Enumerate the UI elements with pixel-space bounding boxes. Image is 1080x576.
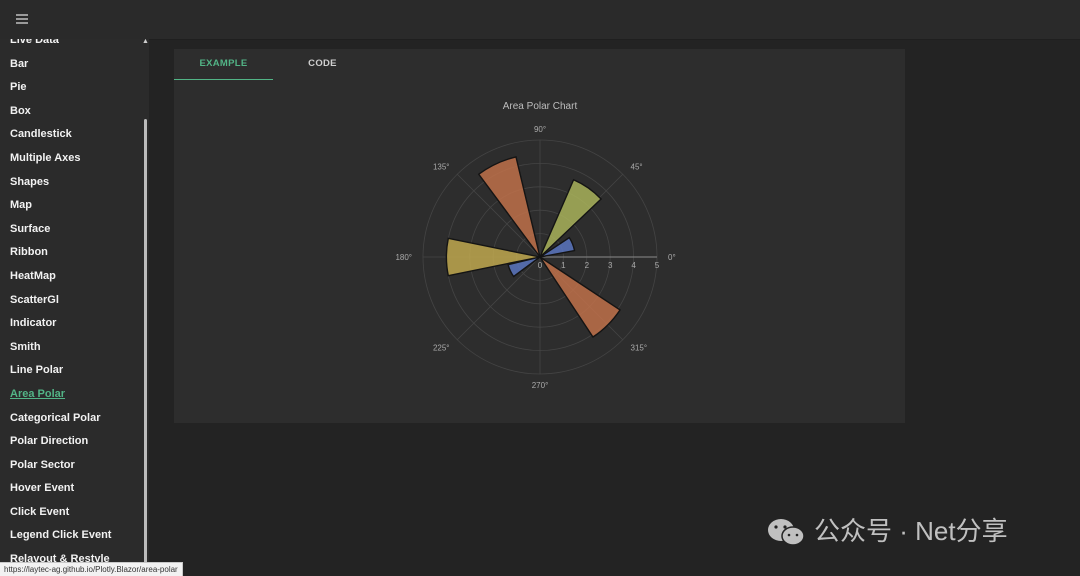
sidebar-item-heatmap[interactable]: HeatMap xyxy=(0,265,140,289)
tab-code[interactable]: CODE xyxy=(273,49,372,79)
polar-wedge[interactable] xyxy=(445,237,541,277)
sidebar-item-smith[interactable]: Smith xyxy=(0,336,140,360)
sidebar-item-box[interactable]: Box xyxy=(0,100,140,124)
sidebar-scrollbar-thumb[interactable] xyxy=(144,119,147,569)
angular-tick-label: 180° xyxy=(395,253,412,262)
tab-example[interactable]: EXAMPLE xyxy=(174,49,273,80)
chart-title: Area Polar Chart xyxy=(503,101,578,112)
top-app-bar xyxy=(0,0,1080,40)
sidebar-item-candlestick[interactable]: Candlestick xyxy=(0,123,140,147)
sidebar-item-polar-sector[interactable]: Polar Sector xyxy=(0,454,140,478)
sidebar-item-bar[interactable]: Bar xyxy=(0,53,140,77)
sidebar-item-live-data[interactable]: Live Data xyxy=(0,39,140,53)
sidebar-item-polar-direction[interactable]: Polar Direction xyxy=(0,430,140,454)
sidebar-item-line-polar[interactable]: Line Polar xyxy=(0,359,140,383)
sidebar-item-categorical-polar[interactable]: Categorical Polar xyxy=(0,407,140,431)
sidebar-item-legend-click-event[interactable]: Legend Click Event xyxy=(0,524,140,548)
scroll-up-arrow-icon[interactable]: ▲ xyxy=(142,39,149,45)
radial-tick-label: 3 xyxy=(608,261,613,270)
angular-tick-label: 0° xyxy=(668,253,676,262)
radial-tick-label: 4 xyxy=(631,261,636,270)
sidebar-nav[interactable]: Live Data Bar Pie Box Candlestick Multiple Ax… xyxy=(0,39,149,575)
sidebar-item-area-polar[interactable]: Area Polar xyxy=(0,383,140,407)
sidebar-list: Live Data Bar Pie Box Candlestick Multiple Ax… xyxy=(0,39,140,572)
angular-tick-label: 225° xyxy=(433,344,450,353)
angular-tick-label: 135° xyxy=(433,162,450,171)
angular-tick-label: 90° xyxy=(534,125,546,134)
watermark-text: 公众号 · Net分享 xyxy=(814,516,1008,546)
wechat-logo-icon xyxy=(768,519,805,546)
sidebar-item-indicator[interactable]: Indicator xyxy=(0,312,140,336)
sidebar-item-ribbon[interactable]: Ribbon xyxy=(0,241,140,265)
radial-tick-label: 0 xyxy=(538,261,543,270)
sidebar-item-hover-event[interactable]: Hover Event xyxy=(0,477,140,501)
sidebar-item-pie[interactable]: Pie xyxy=(0,76,140,100)
sidebar-item-map[interactable]: Map xyxy=(0,194,140,218)
radial-tick-label: 2 xyxy=(585,261,590,270)
area-polar-chart[interactable]: Area Polar Chart 0 1 2 3 4 5 0° 45° 90° 135° 180° 22… xyxy=(174,79,905,423)
sidebar-item-multiple-axes[interactable]: Multiple Axes xyxy=(0,147,140,171)
angular-tick-label: 45° xyxy=(631,162,643,171)
angular-tick-label: 315° xyxy=(631,344,648,353)
radial-tick-label: 1 xyxy=(561,261,566,270)
sidebar-item-scattergl[interactable]: ScatterGl xyxy=(0,289,140,313)
radial-tick-label: 5 xyxy=(655,261,660,270)
sidebar-item-shapes[interactable]: Shapes xyxy=(0,171,140,195)
hamburger-menu-icon[interactable] xyxy=(16,14,28,24)
example-card: EXAMPLE CODE Area Polar Chart 0 1 2 3 4 5 0° 45°… xyxy=(174,49,905,423)
sidebar-item-click-event[interactable]: Click Event xyxy=(0,501,140,525)
link-status-bar: https://laytec-ag.github.io/Plotly.Blazo… xyxy=(0,562,183,576)
angular-tick-label: 270° xyxy=(532,381,549,390)
sidebar-item-surface[interactable]: Surface xyxy=(0,218,140,242)
polar-wedge[interactable] xyxy=(477,156,541,258)
